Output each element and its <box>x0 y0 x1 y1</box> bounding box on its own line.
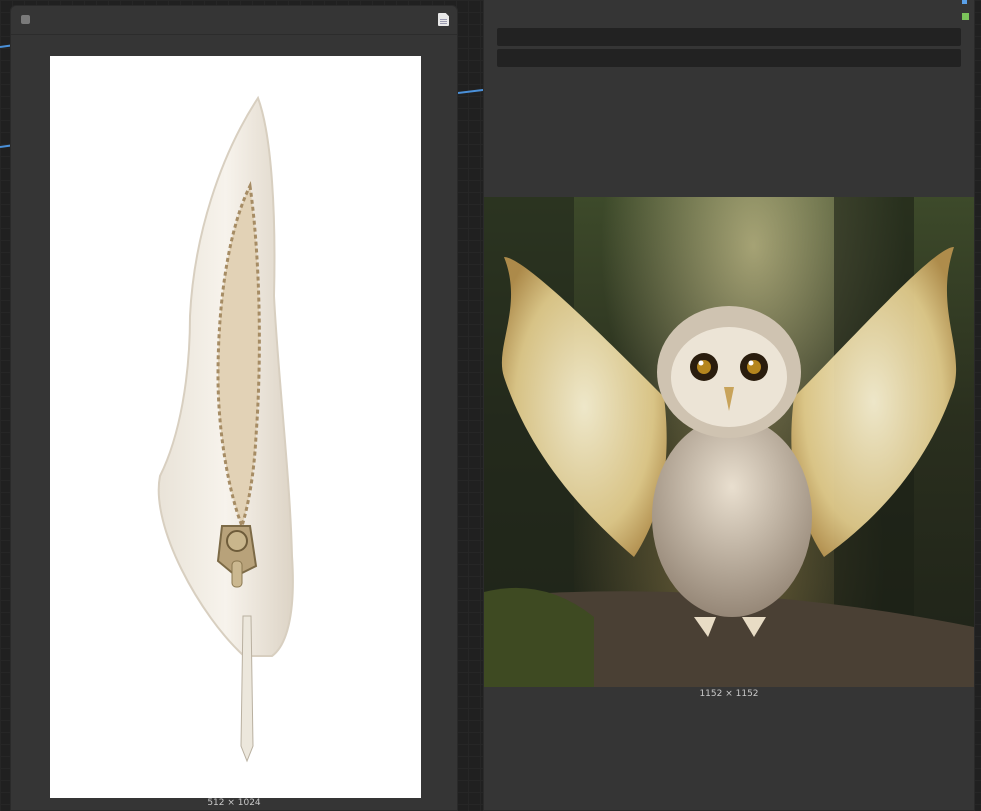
widget-field[interactable] <box>497 28 961 46</box>
owl-image <box>484 197 974 687</box>
collapse-toggle-icon[interactable] <box>21 15 30 24</box>
image-preview-node[interactable]: 1152 × 1152 <box>483 0 975 811</box>
image-preview[interactable] <box>484 197 974 687</box>
node-title-bar[interactable] <box>11 6 457 35</box>
image-size-label: 1152 × 1152 <box>699 689 759 699</box>
output-slot-dot[interactable] <box>962 13 969 20</box>
image-size-label: 512 × 1024 <box>207 798 261 808</box>
output-slot-dot[interactable] <box>962 0 967 4</box>
image-preview-node[interactable]: 512 × 1024 <box>10 5 458 811</box>
widget-field[interactable] <box>497 49 961 67</box>
document-icon[interactable] <box>438 13 449 26</box>
link-wire <box>457 88 484 94</box>
image-preview[interactable] <box>50 56 421 798</box>
feather-sword-image <box>157 95 294 763</box>
